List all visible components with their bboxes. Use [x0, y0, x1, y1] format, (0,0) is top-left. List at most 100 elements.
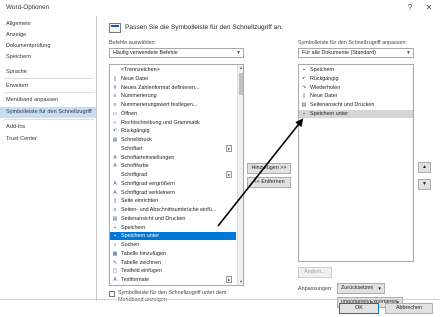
submenu-arrow-icon[interactable]: ▸ — [226, 171, 232, 178]
command-item[interactable]: A Textformate ▸ — [110, 276, 236, 284]
command-item[interactable]: ▯ Neue Datei — [110, 75, 236, 83]
choose-commands-dropdown[interactable]: Häufig verwendete Befehle ▼ — [109, 48, 244, 58]
commands-list-scrollbar[interactable]: ▲ ▼ — [237, 65, 243, 285]
customizations-label: Anpassungen: — [298, 286, 333, 292]
command-item-label: Öffnen — [121, 110, 138, 117]
shrink-font-icon: A — [113, 189, 117, 196]
toolbar-item-label: Speichern unter — [310, 110, 349, 117]
help-button[interactable]: ? — [404, 2, 416, 14]
command-item[interactable]: ▢ Textfeld einfügen — [110, 267, 236, 275]
command-item[interactable]: ≡ Nummerierungswert festlegen... — [110, 101, 236, 109]
choose-commands-value: Häufig verwendete Befehle — [113, 50, 178, 56]
customize-scope-dropdown[interactable]: Für alle Dokumente (Standard) ▼ — [298, 48, 414, 58]
command-item[interactable]: ▪ Speichern unter — [110, 232, 236, 241]
font-icon — [112, 146, 118, 152]
ok-button[interactable]: OK — [339, 303, 379, 314]
command-item[interactable]: A Schriftgrad vergrößern — [110, 180, 236, 188]
command-item-label: Schriftgrad verkleinern — [121, 189, 175, 196]
reset-button[interactable]: Zurücksetzen ▼ — [337, 283, 385, 294]
customize-scope-value: Für alle Dokumente (Standard) — [302, 50, 377, 56]
toolbar-item[interactable]: ↷ Wiederholen — [299, 84, 413, 92]
nav-item-dokumentpruefung[interactable]: Dokumentprüfung — [0, 41, 96, 52]
toolbar-item[interactable]: ▯ Neue Datei — [299, 92, 413, 100]
toolbar-item[interactable]: ▪ Speichern unter — [299, 109, 413, 118]
submenu-arrow-icon[interactable]: ▸ — [226, 276, 232, 283]
close-button[interactable]: ✕ — [423, 2, 435, 14]
command-item-label: Rechtschreibung und Grammatik — [121, 119, 200, 126]
move-up-button[interactable]: ▲ — [418, 162, 431, 173]
command-item[interactable]: ✓ Rechtschreibung und Grammatik — [110, 119, 236, 127]
command-item[interactable]: A Schriftarteinstellungen — [110, 154, 236, 162]
nav-item-trust-center[interactable]: Trust Center — [0, 134, 96, 145]
command-item[interactable]: # Neues Zahlenformat definieren... — [110, 84, 236, 92]
print-preview-icon: ▤ — [301, 102, 307, 108]
show-below-ribbon-checkbox[interactable] — [109, 291, 115, 297]
save-as-icon: ▪ — [114, 233, 116, 240]
print-preview-icon: ▤ — [112, 215, 118, 222]
command-item[interactable]: <Trennzeichen> — [110, 66, 236, 74]
command-item[interactable]: A Schriftfarbe — [110, 162, 236, 170]
modify-button[interactable]: Ändern... — [298, 267, 332, 278]
main-panel: Passen Sie die Symbolleiste für den Schn… — [97, 16, 440, 308]
font-size-icon — [112, 172, 118, 178]
scroll-thumb[interactable] — [239, 73, 243, 95]
command-item[interactable]: ▤ Seitenansicht und Drucken — [110, 215, 236, 223]
toolbar-items-list[interactable]: ▪ Speichern ↶ Rückgängig ↷ Wiederholen ▯ Neue D… — [298, 64, 414, 262]
command-item-label: Schriftarteinstellungen — [121, 154, 175, 161]
nav-item-anzeige[interactable]: Anzeige — [0, 30, 96, 41]
draw-table-icon: ✎ — [112, 259, 118, 266]
toolbar-item[interactable]: ↶ Rückgängig — [299, 75, 413, 83]
toolbar-item[interactable]: ▪ Speichern — [299, 66, 413, 74]
command-item[interactable]: ≡ Nummerierung — [110, 92, 236, 100]
remove-button[interactable]: << Entfernen — [247, 177, 291, 188]
command-item-label: Nummerierungswert festlegen... — [121, 102, 198, 108]
commands-list[interactable]: <Trennzeichen> ▯ Neue Datei # Neues Zahlenfo… — [109, 64, 244, 286]
spelling-icon: ✓ — [112, 119, 118, 126]
add-button[interactable]: Hinzufügen >> — [247, 163, 291, 174]
command-item[interactable]: ▦ Tabelle hinzufügen — [110, 250, 236, 258]
command-item[interactable]: ▪ Speichern — [110, 224, 236, 232]
chevron-down-icon: ▼ — [377, 286, 382, 291]
numbering-value-icon: ≡ — [113, 102, 117, 108]
command-item[interactable]: Schriftart ▸ — [110, 144, 236, 153]
command-item-label: Speichern — [121, 224, 146, 231]
command-item-label: Nummerierung — [121, 93, 157, 100]
font-color-icon: A — [113, 163, 117, 170]
command-item[interactable]: A Schriftgrad verkleinern — [110, 189, 236, 197]
nav-item-erweitert[interactable]: Erweitert — [0, 81, 96, 92]
nav-item-symbolleiste[interactable]: Symbolleiste für den Schnellzugriff — [0, 107, 96, 118]
save-as-icon: ▪ — [303, 110, 305, 117]
command-item[interactable]: ▤ Schnelldruck — [110, 136, 236, 144]
command-item[interactable]: ✎ Tabelle zeichnen — [110, 259, 236, 267]
nav-item-speichern[interactable]: Speichern — [0, 52, 96, 63]
toolbar-item[interactable]: ▤ Seitenansicht und Drucken — [299, 101, 413, 109]
nav-item-menueband-anpassen[interactable]: Menüband anpassen — [0, 95, 96, 106]
command-item-label: Schriftgrad vergrößern — [121, 180, 175, 187]
new-file-icon: ▯ — [302, 93, 306, 100]
command-item-label: Speichern unter — [121, 233, 160, 240]
command-item[interactable]: Schriftgrad ▸ — [110, 171, 236, 179]
customize-toolbar-label: Symbolleiste für den Schnellzugriff anpa… — [298, 40, 407, 46]
nav-item-sprache[interactable]: Sprache — [0, 67, 96, 78]
nav-item-allgemein[interactable]: Allgemein — [0, 19, 96, 30]
nav-item-add-ins[interactable]: Add-Ins — [0, 122, 96, 133]
page-heading: Passen Sie die Symbolleiste für den Schn… — [125, 24, 283, 31]
toolbar-item-label: Wiederholen — [310, 84, 341, 91]
submenu-arrow-icon[interactable]: ▸ — [226, 144, 232, 152]
scroll-down-icon[interactable]: ▼ — [238, 279, 243, 285]
command-item-label: <Trennzeichen> — [121, 67, 160, 73]
scroll-up-icon[interactable]: ▲ — [238, 65, 243, 71]
command-item-label: Seiten- und Abschnittsumbrüche einfü... — [121, 207, 217, 213]
title-bar: Word-Optionen ? ✕ — [0, 0, 440, 16]
breaks-icon: ≡ — [113, 207, 117, 213]
chevron-down-icon: ▼ — [236, 50, 241, 56]
move-down-button[interactable]: ▼ — [418, 179, 431, 190]
command-item[interactable]: ⌕ Suchen — [110, 241, 236, 249]
footer-divider — [0, 299, 440, 300]
command-item[interactable]: ▯ Seite einrichten — [110, 197, 236, 205]
command-item[interactable]: ≡ Seiten- und Abschnittsumbrüche einfü... — [110, 206, 236, 214]
command-item[interactable]: ↶ Rückgängig — [110, 127, 236, 135]
cancel-button[interactable]: Abbrechen — [385, 303, 433, 314]
command-item-label: Textfeld einfügen — [121, 268, 162, 275]
command-item[interactable]: ▭ Öffnen — [110, 110, 236, 118]
